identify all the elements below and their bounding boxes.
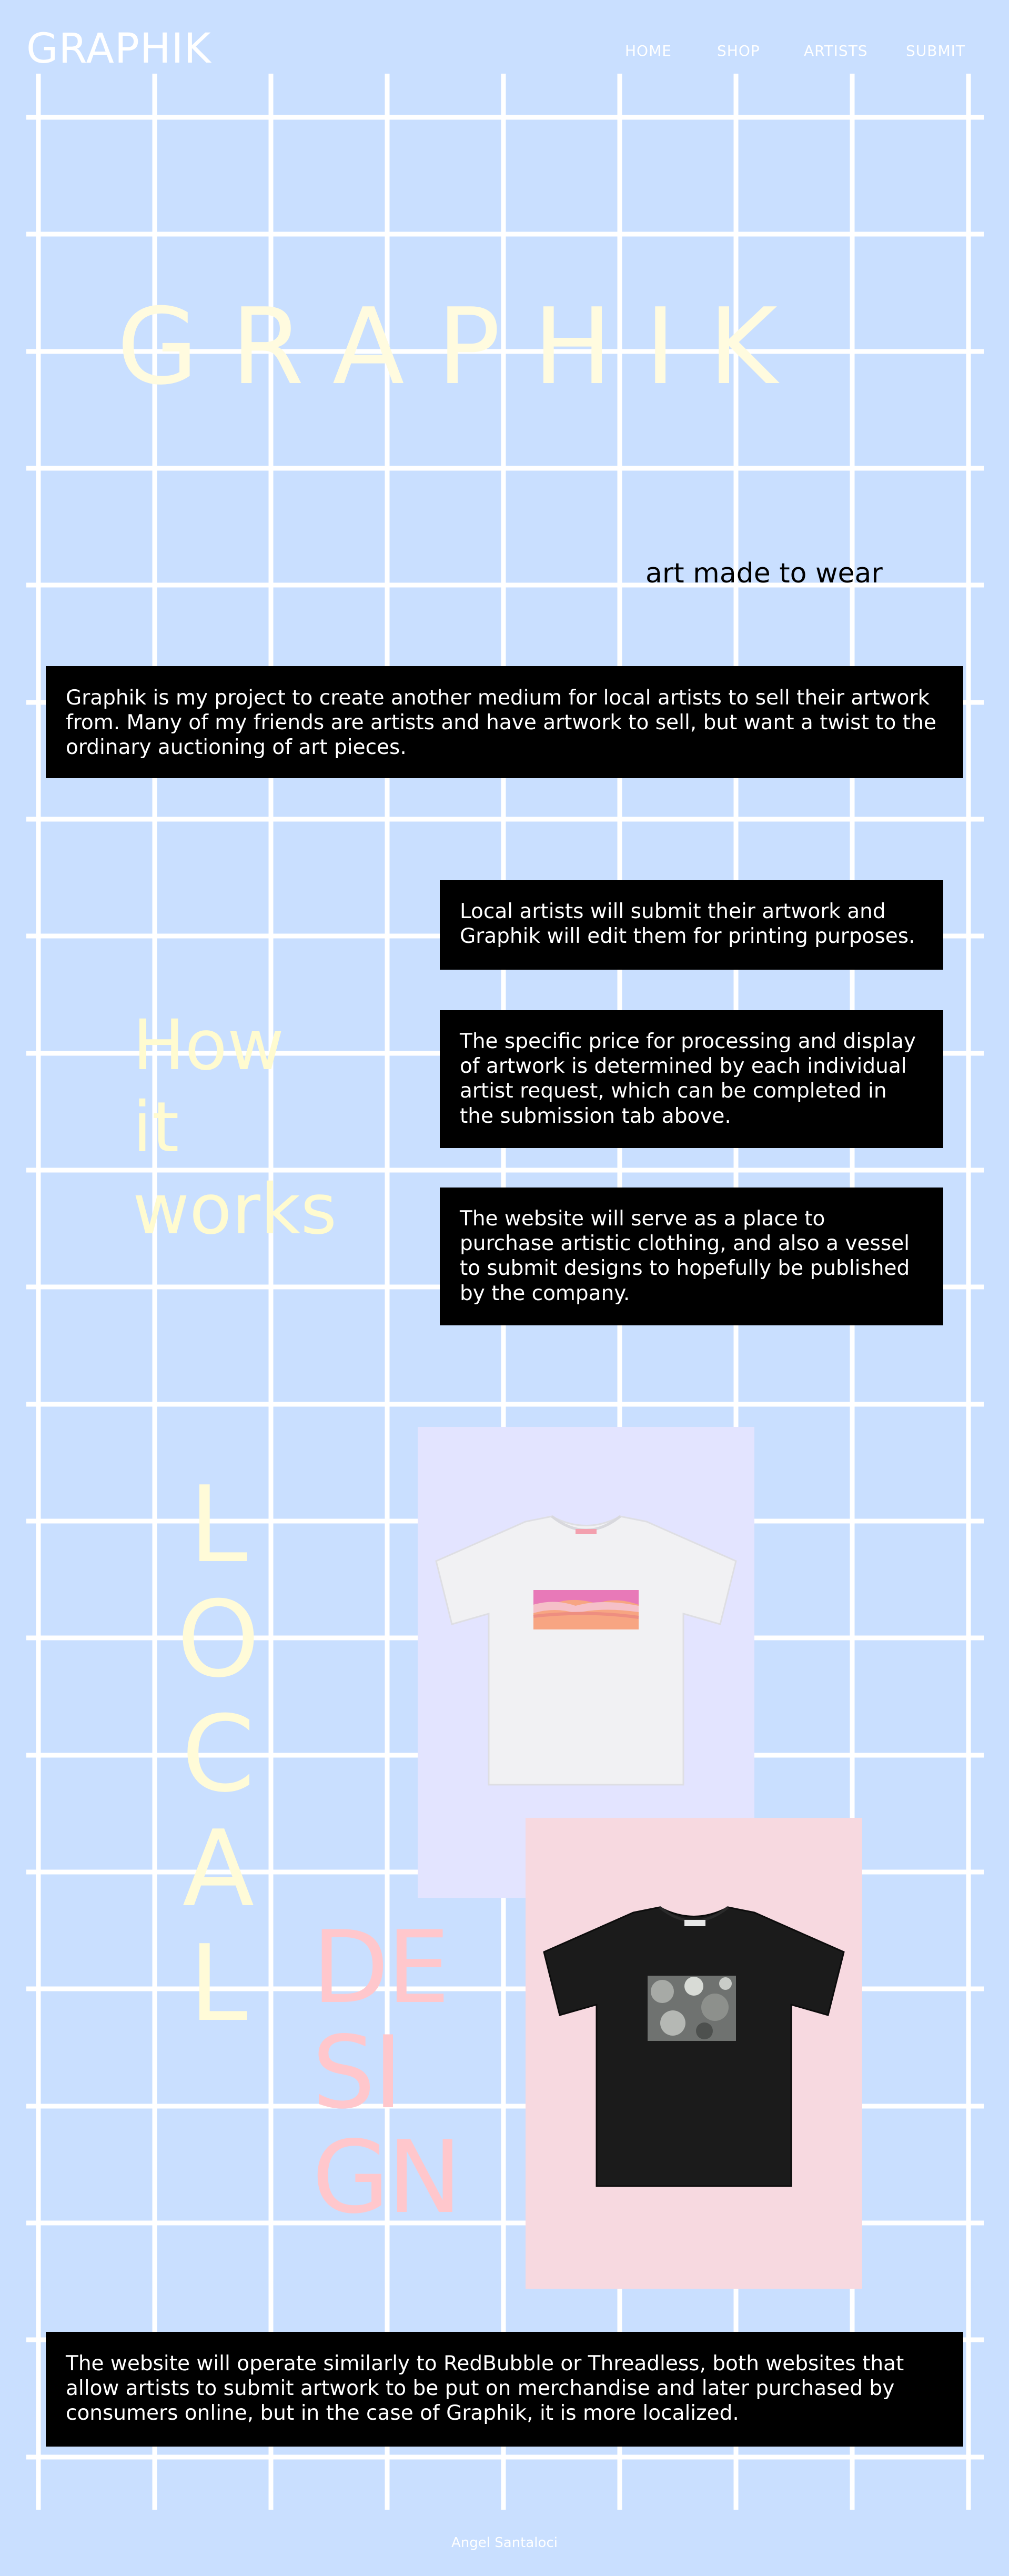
site-logo[interactable]: GRAPHIK [26,25,211,73]
how-it-works-line: it [133,1086,179,1168]
nav-artists[interactable]: ARTISTS [804,42,868,59]
local-letter: A [182,1808,255,1930]
local-vertical-heading: L O C A L [176,1468,260,2041]
hero-title: GRAPHIK [117,286,810,408]
black-tshirt-card[interactable] [526,1818,862,2289]
footer-credit: Angel Santaloci [451,2535,558,2551]
outro-text-box: The website will operate similarly to Re… [46,2332,963,2447]
design-line: DE [312,1909,450,2026]
how-it-works-heading: How it works [133,1005,337,1251]
nav-shop[interactable]: SHOP [717,42,760,59]
intro-text-box: Graphik is my project to create another … [46,666,963,778]
local-letter: C [181,1693,255,1816]
nav-submit[interactable]: SUBMIT [906,42,965,59]
how-it-works-line: How [133,1005,284,1086]
black-tshirt-image [543,1906,845,2187]
step-box-purpose: The website will serve as a place to pur… [440,1188,943,1325]
design-line: GN [312,2119,462,2236]
local-letter: O [177,1578,260,1701]
design-line: SI [312,2014,403,2131]
nav-home[interactable]: HOME [625,42,672,59]
step-box-pricing: The specific price for processing and di… [440,1010,943,1148]
design-heading: DE SI GN [312,1909,462,2236]
local-letter: L [189,1923,248,2045]
how-it-works-line: works [133,1169,337,1250]
white-tshirt-image [435,1515,737,1786]
local-letter: L [189,1464,248,1586]
hero-tagline: art made to wear [645,558,883,589]
step-box-submit: Local artists will submit their artwork … [440,880,943,970]
